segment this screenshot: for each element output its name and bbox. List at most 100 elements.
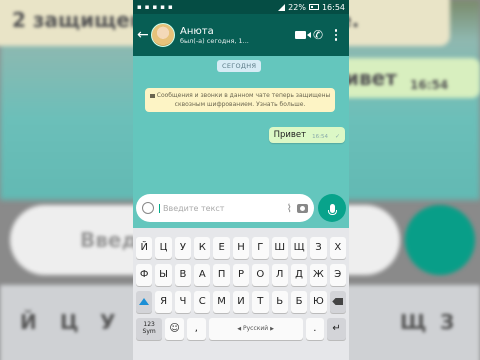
backspace-icon <box>332 298 344 305</box>
enter-key[interactable]: ↵ <box>327 317 346 340</box>
symbols-key[interactable]: 123 Sym <box>136 317 163 340</box>
key-row2-3[interactable]: А <box>194 263 211 286</box>
clock: 16:54 <box>321 2 345 12</box>
key-row1-4[interactable]: Е <box>213 236 230 259</box>
backspace-key[interactable] <box>329 290 346 313</box>
key-row1-6[interactable]: Г <box>252 236 269 259</box>
keyboard-row-2: ФЫВАПРОЛДЖЭ <box>133 261 349 288</box>
voice-call-button[interactable]: ✆ <box>309 28 327 42</box>
bg-key: Ц <box>60 310 79 334</box>
key-row2-7[interactable]: Л <box>271 263 288 286</box>
key-row1-1[interactable]: Ц <box>155 236 172 259</box>
enter-icon: ↵ <box>332 323 341 334</box>
key-row3-7[interactable]: Б <box>290 290 308 313</box>
key-row1-3[interactable]: К <box>194 236 211 259</box>
bg-key: З <box>440 310 455 334</box>
bg-message-time: 16:54 <box>410 78 449 92</box>
mic-icon <box>327 203 337 215</box>
key-row2-6[interactable]: О <box>252 263 269 286</box>
message-time: 16:54 <box>312 134 328 140</box>
outgoing-message[interactable]: Привет 16:54 ✓ <box>268 127 345 143</box>
composer: Введите текст ⌇ <box>133 192 349 224</box>
keyboard-row-4: 123 Sym ☺ , ◀ Русский ▶ . ↵ <box>133 315 349 342</box>
chat-header: ← Анюта был(-а) сегодня, 1... ✆ <box>133 14 349 56</box>
contact-info[interactable]: Анюта был(-а) сегодня, 1... <box>180 26 291 45</box>
key-row1-7[interactable]: Ш <box>271 236 288 259</box>
bg-input-text: Введ <box>80 228 138 252</box>
key-row2-9[interactable]: Ж <box>310 263 327 286</box>
key-row3-3[interactable]: М <box>213 290 230 313</box>
key-row3-2[interactable]: С <box>194 290 211 313</box>
overflow-menu-button[interactable] <box>327 29 345 41</box>
key-row2-5[interactable]: Р <box>232 263 250 286</box>
date-chip: СЕГОДНЯ <box>217 60 262 72</box>
key-row1-0[interactable]: Й <box>136 236 153 259</box>
battery-percent: 22% <box>288 2 306 12</box>
key-row2-1[interactable]: Ы <box>155 263 172 286</box>
signal-icon <box>278 3 286 11</box>
video-camera-icon <box>294 31 306 39</box>
key-row1-9[interactable]: З <box>310 236 327 259</box>
message-text: Привет <box>273 130 307 140</box>
key-row2-4[interactable]: П <box>213 263 230 286</box>
chat-area: СЕГОДНЯ Сообщения и звонки в данном чате… <box>133 56 349 192</box>
delivered-tick-icon: ✓ <box>334 133 340 140</box>
keyboard: ЙЦУКЕНГШЩЗХ ФЫВАПРОЛДЖЭ ЯЧСМИТЬБЮ 123 Sy… <box>133 228 349 360</box>
avatar[interactable] <box>151 23 175 47</box>
camera-icon[interactable] <box>297 203 308 213</box>
key-row1-10[interactable]: Х <box>329 236 346 259</box>
key-row1-2[interactable]: У <box>174 236 192 259</box>
key-row3-1[interactable]: Ч <box>174 290 192 313</box>
notification-icon: ▪ <box>144 3 150 11</box>
back-arrow-icon[interactable]: ← <box>137 27 151 43</box>
bg-mic <box>405 205 475 275</box>
notification-icons: ▪ ▪ ▪ ▪ ▪ <box>137 3 278 11</box>
key-row3-8[interactable]: Ю <box>310 290 327 313</box>
contact-status: был(-а) сегодня, 1... <box>180 36 249 45</box>
encryption-notice[interactable]: Сообщения и звонки в данном чате теперь … <box>145 88 335 112</box>
keyboard-row-3: ЯЧСМИТЬБЮ <box>133 288 349 315</box>
attach-icon[interactable]: ⌇ <box>287 202 292 215</box>
notification-icon: ▪ <box>160 3 165 11</box>
chevron-left-icon: ◀ <box>237 325 242 332</box>
message-input-box: Введите текст ⌇ <box>136 194 314 222</box>
more-vertical-icon <box>327 29 345 41</box>
status-bar: ▪ ▪ ▪ ▪ ▪ 22% 16:54 <box>133 0 349 14</box>
emoji-icon[interactable] <box>142 202 154 214</box>
key-row3-5[interactable]: Т <box>252 290 269 313</box>
shift-key[interactable] <box>136 290 153 313</box>
space-key-label: Русский <box>243 325 269 332</box>
space-key[interactable]: ◀ Русский ▶ <box>208 317 303 340</box>
lock-icon <box>149 93 155 98</box>
key-row3-6[interactable]: Ь <box>271 290 288 313</box>
bg-key: Щ <box>400 310 427 334</box>
period-key[interactable]: . <box>305 317 325 340</box>
key-row3-4[interactable]: И <box>232 290 250 313</box>
bg-key: Й <box>20 310 37 334</box>
notification-icon: ▪ <box>152 3 158 11</box>
contact-name: Анюта <box>180 25 214 37</box>
key-row2-0[interactable]: Ф <box>136 263 153 286</box>
bg-key: У <box>100 310 116 334</box>
video-call-button[interactable] <box>291 28 309 42</box>
key-row2-10[interactable]: Э <box>329 263 346 286</box>
key-row3-0[interactable]: Я <box>155 290 172 313</box>
emoji-key[interactable]: ☺ <box>165 317 184 340</box>
battery-icon <box>308 4 319 10</box>
encryption-notice-text: Сообщения и звонки в данном чате теперь … <box>156 92 331 108</box>
phone-icon: ✆ <box>312 28 324 42</box>
bg-message-text: ивет <box>345 66 397 90</box>
key-row2-8[interactable]: Д <box>290 263 308 286</box>
key-row1-5[interactable]: Н <box>232 236 250 259</box>
shift-icon <box>139 298 150 305</box>
chevron-right-icon: ▶ <box>270 325 274 332</box>
notification-icon: ▪ <box>137 3 142 11</box>
message-input[interactable]: Введите текст <box>159 203 282 213</box>
key-row2-2[interactable]: В <box>174 263 192 286</box>
notification-icon: ▪ <box>168 3 173 11</box>
keyboard-row-1: ЙЦУКЕНГШЩЗХ <box>133 234 349 261</box>
key-row1-8[interactable]: Щ <box>290 236 308 259</box>
comma-key[interactable]: , <box>187 317 206 340</box>
mic-button[interactable] <box>318 194 346 222</box>
phone-screen: ▪ ▪ ▪ ▪ ▪ 22% 16:54 ← Анюта был(-а) сего… <box>133 0 349 360</box>
